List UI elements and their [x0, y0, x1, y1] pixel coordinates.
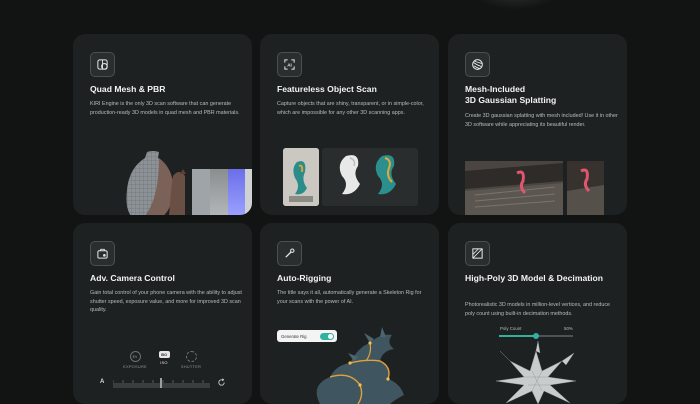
- card-description: Create 3D gaussian splatting with mesh i…: [465, 113, 618, 128]
- auto-button[interactable]: A: [100, 379, 104, 385]
- card-description: Capture objects that are shiny, transpar…: [277, 101, 424, 116]
- shutter-icon: [185, 351, 197, 362]
- card-title: Adv. Camera Control: [90, 273, 175, 283]
- shutter-label: SHUTTER: [180, 364, 202, 369]
- feature-card-high-poly[interactable]: High-Poly 3D Model & Decimation Photorea…: [448, 223, 627, 404]
- slider-fill: [499, 335, 536, 337]
- card-description: KIRI Engine is the only 3D scan software…: [90, 101, 240, 116]
- card-title: Quad Mesh & PBR: [90, 84, 166, 94]
- material-swatch-normal: [228, 169, 246, 215]
- exposure-mode-button[interactable]: EV EXPOSURE: [120, 351, 150, 369]
- card-title: High-Poly 3D Model & Decimation: [465, 273, 603, 283]
- material-swatch-roughness: [210, 169, 228, 215]
- card-title-line-2: 3D Gaussian Splatting: [465, 95, 557, 105]
- card-title: Mesh-Included 3D Gaussian Splatting: [465, 84, 625, 106]
- ai-scan-icon: AI: [277, 52, 302, 77]
- top-glow: [470, 0, 560, 10]
- iso-mode-button[interactable]: ISO ISO: [149, 351, 179, 365]
- quad-mesh-icon: [90, 52, 115, 77]
- feature-card-gaussian-splatting[interactable]: Mesh-Included 3D Gaussian Splatting Crea…: [448, 34, 627, 215]
- decimation-icon: [465, 241, 490, 266]
- material-swatch-ao: [245, 169, 252, 215]
- feature-card-auto-rigging[interactable]: Auto-Rigging The title says it all, auto…: [260, 223, 439, 404]
- material-swatch-diffuse: [192, 169, 210, 215]
- feature-card-quad-mesh[interactable]: Quad Mesh & PBR KIRI Engine is the only …: [73, 34, 252, 215]
- exposure-label: EXPOSURE: [123, 364, 147, 369]
- card-title: Featureless Object Scan: [277, 84, 377, 94]
- card-description: The title says it all, automatically gen…: [277, 290, 422, 305]
- rig-bone-icon: [277, 241, 302, 266]
- reset-icon[interactable]: [217, 378, 226, 387]
- camera-settings-icon: [90, 241, 115, 266]
- high-poly-sculpture-image: [495, 341, 577, 404]
- card-description: Gain total control of your phone camera …: [90, 290, 242, 314]
- poly-count-slider[interactable]: [499, 332, 573, 339]
- ev-icon: EV: [129, 351, 141, 362]
- splat-mesh-image: [567, 161, 604, 215]
- splat-render-image: [465, 161, 563, 215]
- iso-label: ISO: [160, 360, 168, 365]
- card-description: Photorealistic 3D models in million-leve…: [465, 302, 611, 317]
- slider-thumb[interactable]: [533, 332, 539, 339]
- iso-dial-slider[interactable]: [113, 378, 221, 390]
- svg-text:AI: AI: [287, 62, 292, 67]
- scan-result-panel: [322, 148, 418, 206]
- feature-card-camera-control[interactable]: Adv. Camera Control Gain total control o…: [73, 223, 252, 404]
- poly-count-value: 50%: [564, 326, 573, 331]
- feature-card-featureless-scan[interactable]: AI Featureless Object Scan Capture objec…: [260, 34, 439, 215]
- iso-icon: ISO: [158, 351, 170, 358]
- card-title: Auto-Rigging: [277, 273, 332, 283]
- poly-count-label: Poly Count: [500, 326, 522, 331]
- scan-photo-image: [283, 148, 319, 206]
- gaussian-sphere-icon: [465, 52, 490, 77]
- rigged-dragon-image: [316, 327, 404, 404]
- card-title-line-1: Mesh-Included: [465, 84, 526, 94]
- shutter-mode-button[interactable]: SHUTTER: [176, 351, 206, 369]
